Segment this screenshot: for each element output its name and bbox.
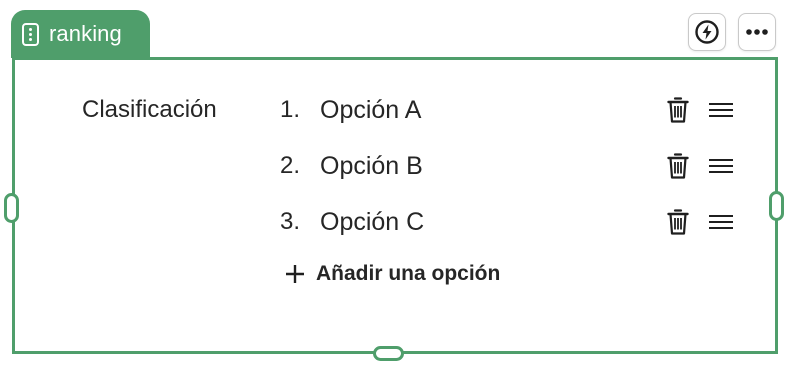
logic-button[interactable] xyxy=(688,13,726,51)
ranking-option-row: 3. Opción C xyxy=(280,208,740,242)
block-type-tab[interactable]: ranking xyxy=(11,10,150,58)
drag-lines-icon xyxy=(709,159,733,173)
vertical-dots-icon xyxy=(22,22,39,46)
add-option-label: Añadir una opción xyxy=(316,262,501,285)
drag-lines-icon xyxy=(709,215,733,229)
resize-handle-left[interactable] xyxy=(4,193,19,223)
option-number: 3. xyxy=(280,208,301,235)
delete-option-button[interactable] xyxy=(664,207,692,237)
drag-handle[interactable] xyxy=(706,96,736,124)
add-option-button[interactable]: Añadir una opción xyxy=(284,262,500,286)
question-label: Clasificación xyxy=(82,96,217,123)
option-number: 2. xyxy=(280,152,301,179)
delete-option-button[interactable] xyxy=(664,95,692,125)
drag-handle[interactable] xyxy=(706,152,736,180)
drag-handle[interactable] xyxy=(706,208,736,236)
ranking-option-row: 2. Opción B xyxy=(280,152,740,186)
ranking-block: ranking Clasificación 1. Opción A 2. Opc… xyxy=(0,0,792,368)
ranking-option-row: 1. Opción A xyxy=(280,96,740,130)
drag-lines-icon xyxy=(709,103,733,117)
block-type-label: ranking xyxy=(49,21,122,46)
trash-icon xyxy=(667,209,689,235)
option-label[interactable]: Opción A xyxy=(320,96,421,125)
trash-icon xyxy=(667,153,689,179)
more-options-button[interactable] xyxy=(738,13,776,51)
lightning-bolt-icon xyxy=(695,20,719,44)
option-label[interactable]: Opción B xyxy=(320,152,423,181)
trash-icon xyxy=(667,97,689,123)
more-horizontal-icon xyxy=(746,29,768,35)
delete-option-button[interactable] xyxy=(664,151,692,181)
resize-handle-right[interactable] xyxy=(769,191,784,221)
option-number: 1. xyxy=(280,96,301,123)
option-label[interactable]: Opción C xyxy=(320,208,424,237)
plus-icon xyxy=(284,263,306,285)
resize-handle-bottom[interactable] xyxy=(373,346,404,361)
